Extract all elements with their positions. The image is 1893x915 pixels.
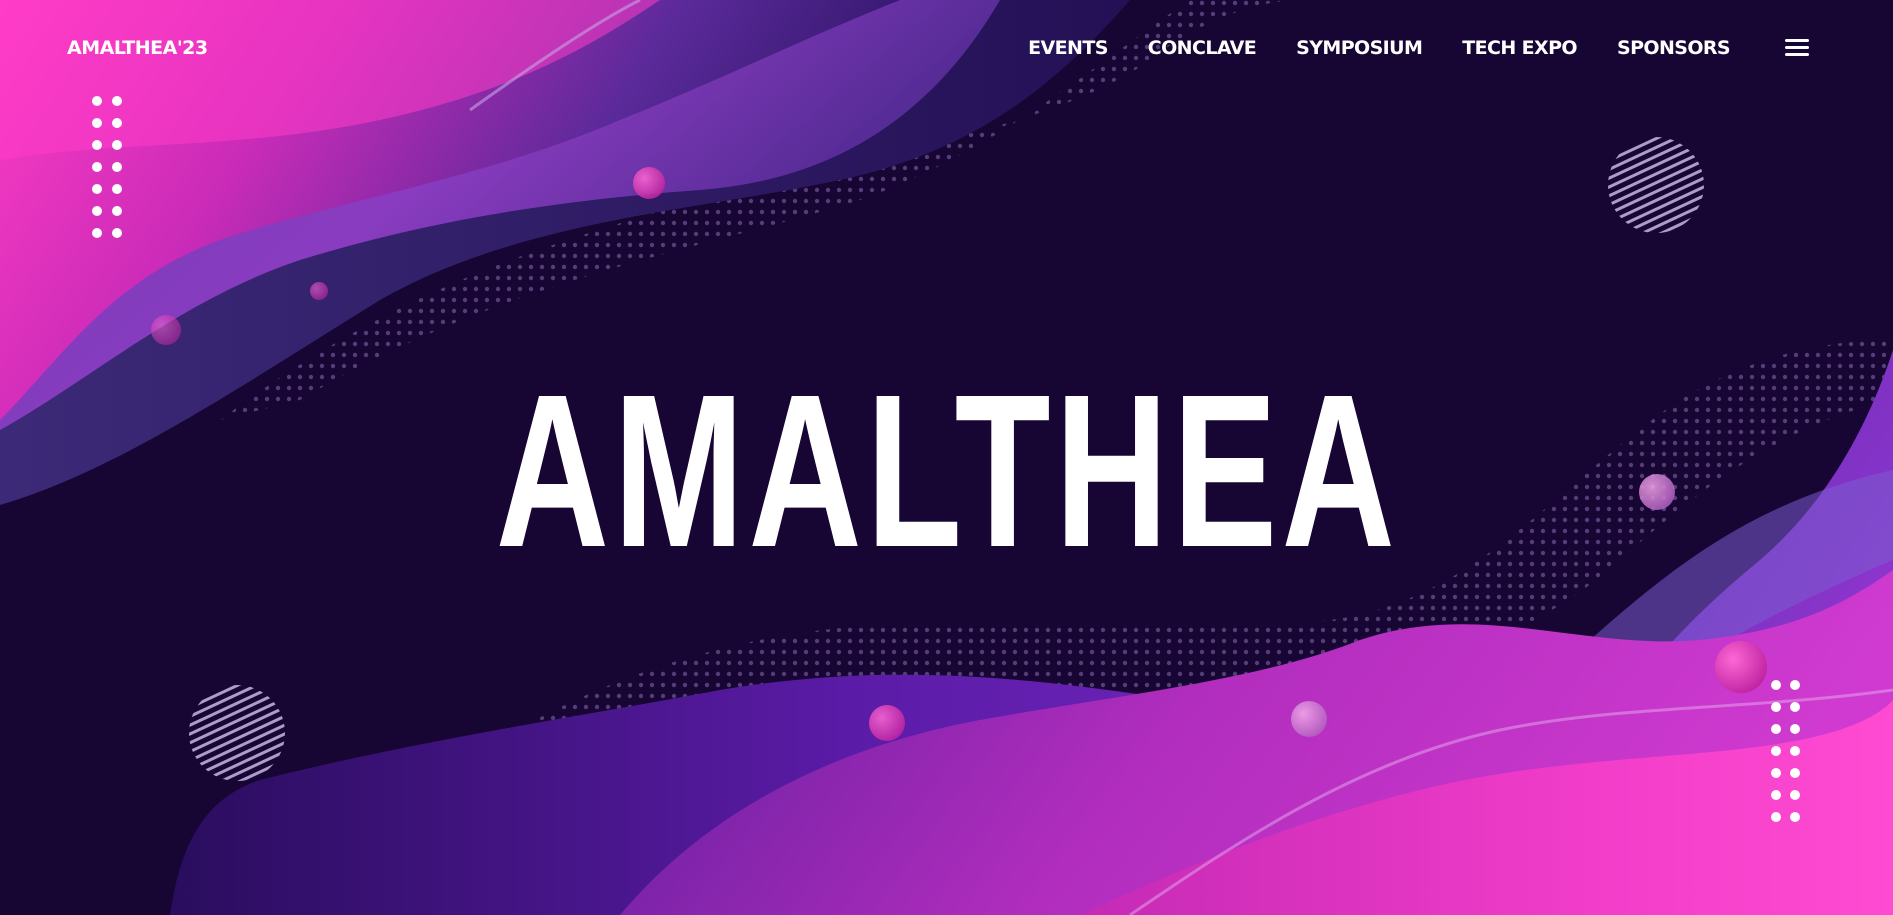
hero-title: AMALTHEA xyxy=(495,350,1400,593)
nav-link-conclave[interactable]: CONCLAVE xyxy=(1148,37,1257,59)
menu-bar xyxy=(1785,53,1809,56)
nav-links: EVENTS CONCLAVE SYMPOSIUM TECH EXPO SPON… xyxy=(1028,36,1730,60)
landing-page: AMALTHEA'23 EVENTS CONCLAVE SYMPOSIUM TE… xyxy=(0,0,1893,915)
nav-item-sponsors: SPONSORS xyxy=(1617,36,1731,60)
nav-item-tech-expo: TECH EXPO xyxy=(1462,36,1577,60)
nav-link-sponsors[interactable]: SPONSORS xyxy=(1617,37,1731,59)
nav-item-symposium: SYMPOSIUM xyxy=(1296,36,1423,60)
hamburger-menu-icon[interactable] xyxy=(1785,36,1811,60)
striped-circle-decoration xyxy=(1608,137,1704,233)
floating-ball xyxy=(1715,641,1767,693)
nav-item-events: EVENTS xyxy=(1028,36,1108,60)
nav-link-symposium[interactable]: SYMPOSIUM xyxy=(1296,37,1423,59)
menu-bar xyxy=(1785,46,1809,49)
nav-link-tech-expo[interactable]: TECH EXPO xyxy=(1462,37,1577,59)
brand-logo-link[interactable]: AMALTHEA'23 xyxy=(67,36,208,60)
nav-link-events[interactable]: EVENTS xyxy=(1028,37,1108,59)
menu-bar xyxy=(1785,39,1809,42)
floating-ball xyxy=(1291,701,1327,737)
nav-item-conclave: CONCLAVE xyxy=(1148,36,1257,60)
striped-circle-decoration xyxy=(189,685,285,781)
floating-ball xyxy=(1639,474,1675,510)
floating-ball xyxy=(310,282,328,300)
floating-ball xyxy=(869,705,905,741)
floating-ball xyxy=(633,167,665,199)
top-navigation: AMALTHEA'23 EVENTS CONCLAVE SYMPOSIUM TE… xyxy=(0,0,1893,96)
floating-ball xyxy=(151,315,181,345)
